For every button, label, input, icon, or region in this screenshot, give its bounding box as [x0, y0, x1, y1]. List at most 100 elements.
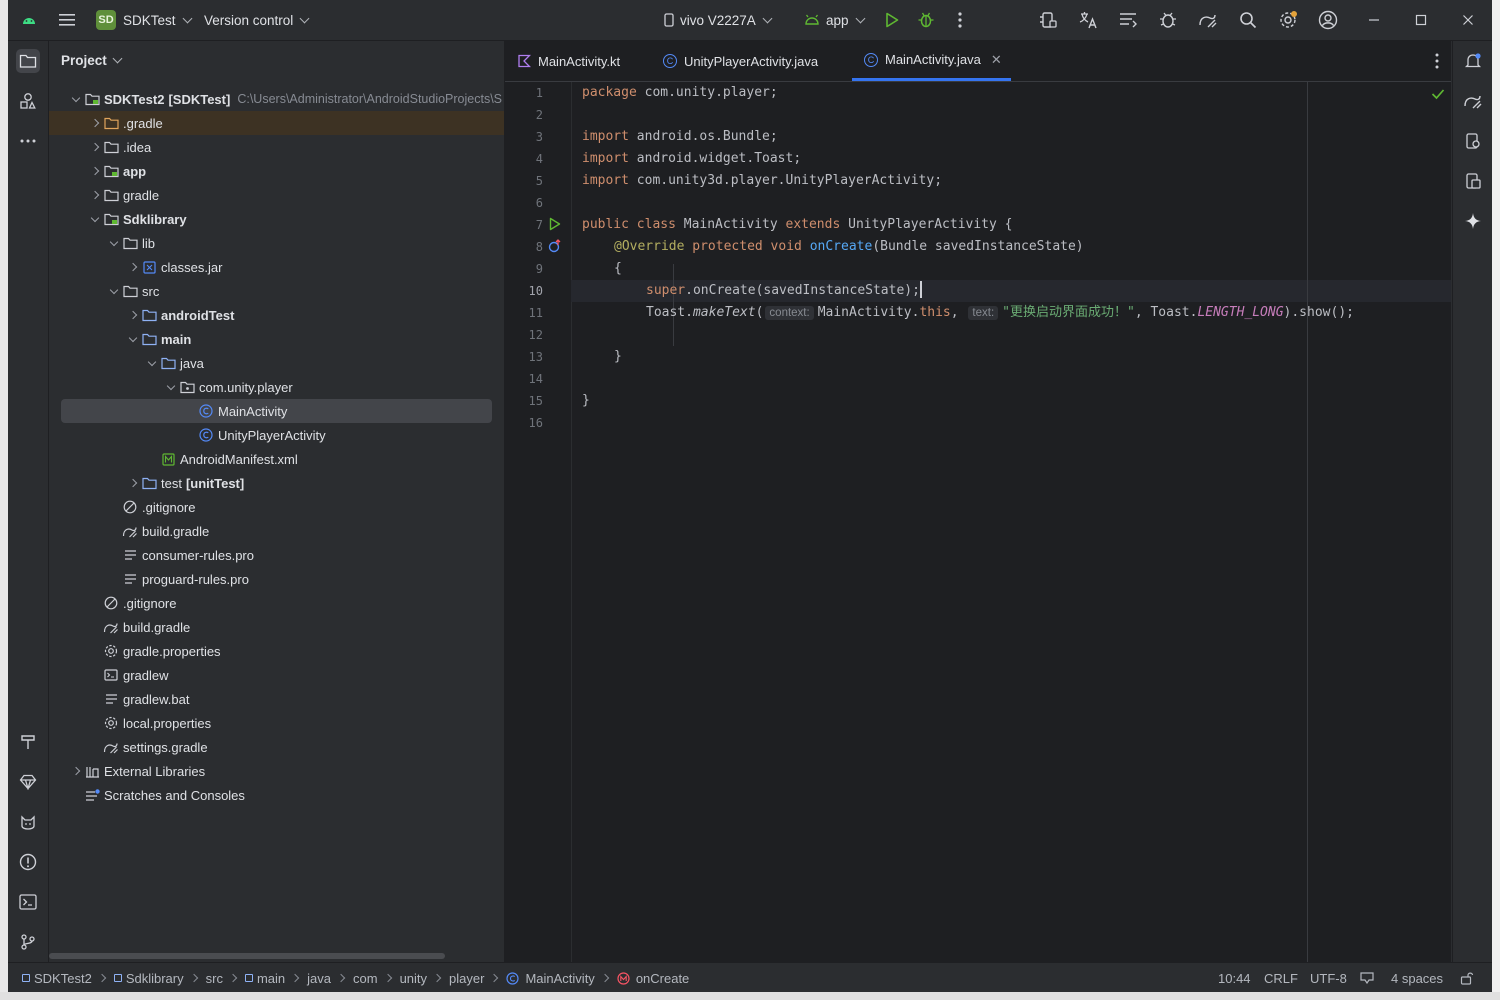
tree-item[interactable]: SDKTest2 [SDKTest] C:\Users\Administrator\… — [49, 87, 504, 111]
file-encoding[interactable]: UTF-8 — [1310, 963, 1347, 992]
no-problems-check-icon[interactable] — [1431, 88, 1445, 103]
chevron-right-icon[interactable] — [126, 471, 140, 495]
chevron-right-icon[interactable] — [88, 111, 102, 135]
settings-icon[interactable] — [1276, 8, 1300, 32]
more-tool-windows-icon[interactable] — [16, 129, 40, 153]
tree-item[interactable]: java — [49, 351, 504, 375]
breadcrumb-item[interactable]: Sdklibrary — [113, 971, 184, 986]
chevron-down-icon[interactable] — [107, 279, 121, 303]
tree-item[interactable]: test [unitTest] — [49, 471, 504, 495]
tab-mainactivity-kt[interactable]: MainActivity.kt — [517, 41, 620, 81]
chevron-down-icon[interactable] — [126, 327, 140, 351]
notifications-bell-icon[interactable] — [1461, 49, 1485, 73]
breadcrumb-item[interactable]: SDKTest2 — [22, 971, 92, 986]
tree-item[interactable]: com.unity.player — [49, 375, 504, 399]
breadcrumb-item[interactable]: src — [206, 971, 223, 986]
logcat-icon[interactable] — [16, 810, 40, 834]
breadcrumb-item[interactable]: MainActivity — [506, 971, 595, 986]
git-branch-icon[interactable] — [16, 930, 40, 954]
breadcrumb-item[interactable]: player — [449, 971, 484, 986]
project-tool-folder-icon[interactable] — [16, 49, 40, 73]
gradle-icon[interactable] — [1461, 89, 1485, 113]
tree-item[interactable]: lib — [49, 231, 504, 255]
breadcrumb-item[interactable]: com — [353, 971, 378, 986]
close-window-icon[interactable] — [1456, 8, 1480, 32]
chevron-down-icon[interactable] — [107, 231, 121, 255]
tree-item[interactable]: gradlew.bat — [49, 687, 504, 711]
more-actions-icon[interactable] — [948, 8, 972, 32]
version-control-menu[interactable]: Version control — [204, 0, 310, 40]
minimize-icon[interactable] — [1362, 8, 1386, 32]
chevron-right-icon[interactable] — [69, 759, 83, 783]
tree-item[interactable]: .gitignore — [49, 591, 504, 615]
project-view-selector[interactable]: Project — [61, 53, 123, 68]
gem-icon[interactable] — [16, 770, 40, 794]
tree-item[interactable]: classes.jar — [49, 255, 504, 279]
tree-item[interactable]: MainActivity — [61, 399, 492, 423]
search-icon[interactable] — [1236, 8, 1260, 32]
tree-item[interactable]: UnityPlayerActivity — [49, 423, 504, 447]
app-inspection-icon[interactable] — [1156, 8, 1180, 32]
sync-gradle-icon[interactable] — [1196, 8, 1220, 32]
run-gutter-icon[interactable] — [549, 217, 561, 234]
translate-icon[interactable] — [1076, 8, 1100, 32]
close-tab-icon[interactable]: ✕ — [991, 52, 1002, 68]
line-separator[interactable]: CRLF — [1264, 963, 1298, 992]
debug-icon[interactable] — [914, 8, 938, 32]
tree-item[interactable]: proguard-rules.pro — [49, 567, 504, 591]
tree-item[interactable]: Sdklibrary — [49, 207, 504, 231]
chevron-down-icon[interactable] — [88, 207, 102, 231]
terminal-icon[interactable] — [16, 890, 40, 914]
chevron-down-icon[interactable] — [164, 375, 178, 399]
tab-options-icon[interactable] — [1435, 53, 1439, 72]
build-hammer-icon[interactable] — [16, 730, 40, 754]
tree-item[interactable]: AndroidManifest.xml — [49, 447, 504, 471]
breadcrumb-item[interactable]: onCreate — [617, 971, 689, 986]
tree-item[interactable]: gradlew — [49, 663, 504, 687]
tree-item[interactable]: gradle — [49, 183, 504, 207]
tree-item[interactable]: .gitignore — [49, 495, 504, 519]
breadcrumb-item[interactable]: java — [307, 971, 331, 986]
breadcrumb-item[interactable]: unity — [400, 971, 427, 986]
tree-item[interactable]: .idea — [49, 135, 504, 159]
tree-item[interactable]: .gradle — [49, 111, 504, 135]
tree-item[interactable]: build.gradle — [49, 519, 504, 543]
resource-manager-icon[interactable] — [16, 89, 40, 113]
chevron-right-icon[interactable] — [126, 255, 140, 279]
tree-item[interactable]: main — [49, 327, 504, 351]
tree-item[interactable]: Scratches and Consoles — [49, 783, 504, 807]
tree-item[interactable]: build.gradle — [49, 615, 504, 639]
tree-item[interactable]: src — [49, 279, 504, 303]
running-devices-icon[interactable] — [1461, 169, 1485, 193]
account-icon[interactable] — [1316, 8, 1340, 32]
chevron-down-icon[interactable] — [145, 351, 159, 375]
tab-mainactivity-java[interactable]: C MainActivity.java ✕ — [852, 41, 1011, 81]
structure-icon[interactable] — [1116, 8, 1140, 32]
caret-position[interactable]: 10:44 — [1218, 963, 1251, 992]
chevron-down-icon[interactable] — [69, 87, 83, 111]
tree-item[interactable]: app — [49, 159, 504, 183]
run-configuration-selector[interactable]: app — [804, 0, 865, 40]
tab-unityplayeractivity-java[interactable]: C UnityPlayerActivity.java — [663, 41, 818, 81]
chevron-right-icon[interactable] — [88, 159, 102, 183]
run-icon[interactable] — [880, 8, 904, 32]
tree-item[interactable]: gradle.properties — [49, 639, 504, 663]
code-area[interactable]: package com.unity.player; import android… — [571, 82, 1451, 962]
device-manager-icon[interactable] — [1036, 8, 1060, 32]
device-file-explorer-icon[interactable] — [1461, 129, 1485, 153]
tree-item[interactable]: External Libraries — [49, 759, 504, 783]
project-switcher[interactable]: SD SDKTest — [96, 0, 192, 40]
tree-item[interactable]: consumer-rules.pro — [49, 543, 504, 567]
read-only-toggle-icon[interactable] — [1360, 963, 1374, 992]
overrides-method-gutter-icon[interactable] — [548, 239, 562, 256]
lock-icon[interactable] — [1460, 963, 1474, 992]
chevron-right-icon[interactable] — [88, 135, 102, 159]
chevron-right-icon[interactable] — [88, 183, 102, 207]
tree-item[interactable]: androidTest — [49, 303, 504, 327]
device-selector[interactable]: vivo V2227A — [664, 0, 773, 40]
problems-icon[interactable] — [16, 850, 40, 874]
gemini-sparkle-icon[interactable] — [1461, 209, 1485, 233]
line-number-gutter[interactable]: 1 2 3 4 5 6 7 8 9 10 11 12 13 14 15 16 — [505, 82, 572, 962]
tree-item[interactable]: local.properties — [49, 711, 504, 735]
indent-setting[interactable]: 4 spaces — [1391, 963, 1443, 992]
